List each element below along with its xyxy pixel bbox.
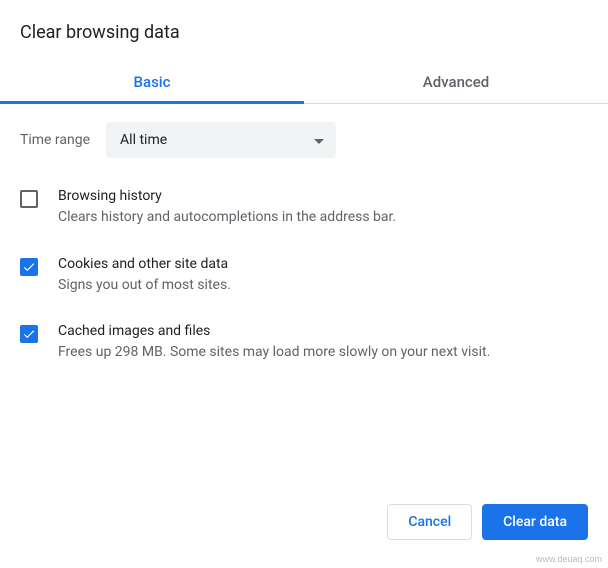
option-text: Browsing history Clears history and auto…: [58, 188, 588, 228]
option-text: Cookies and other site data Signs you ou…: [58, 256, 588, 296]
checkbox-browsing-history[interactable]: [20, 190, 38, 208]
tab-advanced[interactable]: Advanced: [304, 59, 608, 103]
option-desc: Signs you out of most sites.: [58, 276, 588, 296]
option-desc: Clears history and autocompletions in th…: [58, 208, 588, 228]
checkbox-cookies[interactable]: [20, 258, 38, 276]
option-title: Cached images and files: [58, 323, 588, 339]
time-range-value: All time: [120, 132, 167, 148]
tabs-container: Basic Advanced: [0, 59, 608, 104]
time-range-select[interactable]: All time: [106, 122, 336, 158]
option-cookies: Cookies and other site data Signs you ou…: [20, 256, 588, 296]
dialog-title: Clear browsing data: [0, 0, 608, 59]
dialog-footer: Cancel Clear data: [387, 504, 588, 540]
option-title: Browsing history: [58, 188, 588, 204]
checkbox-cached[interactable]: [20, 325, 38, 343]
clear-data-button[interactable]: Clear data: [482, 504, 588, 540]
option-cached: Cached images and files Frees up 298 MB.…: [20, 323, 588, 363]
option-text: Cached images and files Frees up 298 MB.…: [58, 323, 588, 363]
dropdown-arrow-icon: [314, 132, 324, 148]
option-browsing-history: Browsing history Clears history and auto…: [20, 188, 588, 228]
time-range-row: Time range All time: [20, 122, 588, 158]
watermark: www.deuaq.com: [536, 554, 602, 564]
content-area: Time range All time Browsing history Cle…: [0, 104, 608, 363]
option-title: Cookies and other site data: [58, 256, 588, 272]
time-range-label: Time range: [20, 132, 90, 148]
cancel-button[interactable]: Cancel: [387, 504, 472, 540]
option-desc: Frees up 298 MB. Some sites may load mor…: [58, 343, 588, 363]
tab-basic[interactable]: Basic: [0, 59, 304, 103]
